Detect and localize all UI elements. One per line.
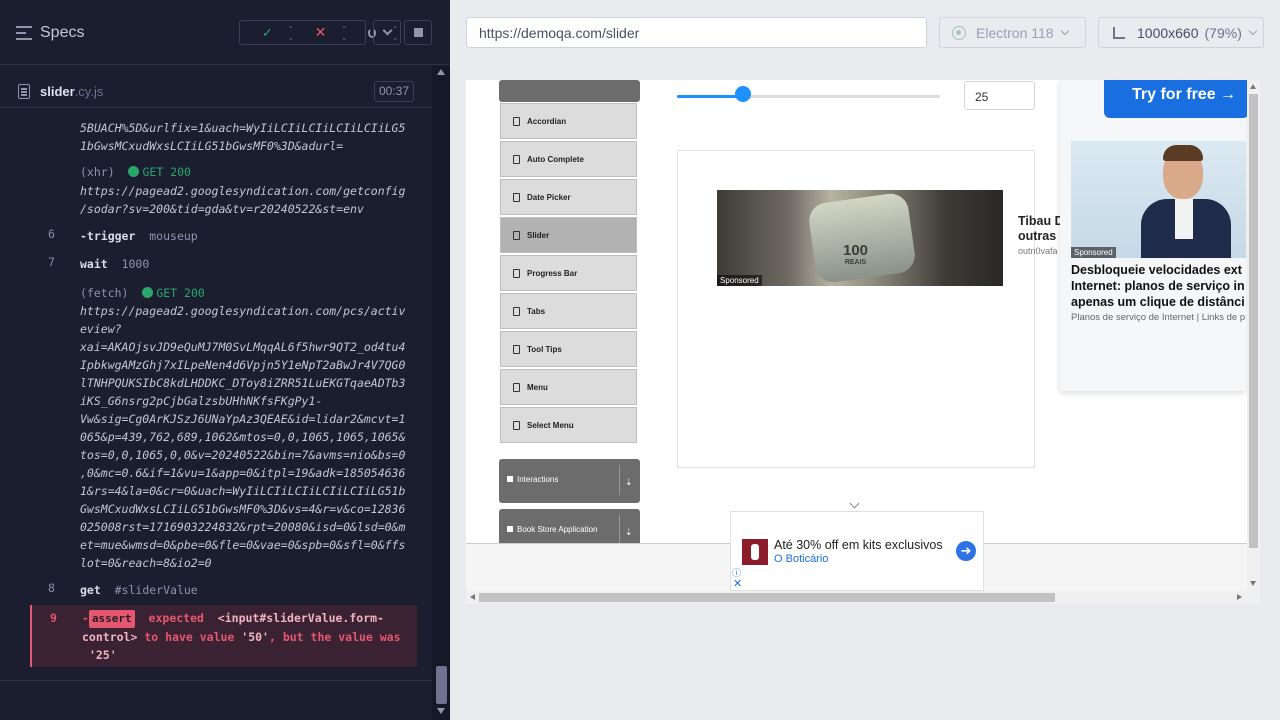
scroll-down-icon[interactable] <box>1250 581 1256 586</box>
app-under-test: https://demoqa.com/slider Electron 118 1… <box>450 0 1280 720</box>
assert-message: - assert expected <input#sliderValue.form… <box>82 610 401 662</box>
assert-tag: assert <box>88 610 135 628</box>
command-log-panel: Specs ✓ -- ✕ -- -- slider.cy.js 00:37 5BUA… <box>0 0 450 720</box>
file-icon <box>18 84 30 99</box>
range-slider[interactable] <box>677 95 940 98</box>
scroll-right-icon[interactable] <box>1237 594 1242 600</box>
chevron-down-icon <box>1248 26 1258 35</box>
sidebar-item-tabs[interactable]: Tabs <box>500 293 637 329</box>
slider-value-input[interactable]: 25 <box>964 81 1035 110</box>
sidebar-item-tool-tips[interactable]: Tool Tips <box>500 331 637 367</box>
file-code-icon <box>513 345 520 354</box>
chevron-down-icon <box>1060 26 1069 35</box>
reporter-header: Specs ✓ -- ✕ -- -- <box>0 0 450 65</box>
failed-count: ✕ -- <box>314 20 346 45</box>
sidebar-item-menu[interactable]: Menu <box>500 369 637 405</box>
file-code-icon <box>513 231 520 240</box>
file-code-icon <box>513 155 520 164</box>
arrow-right-icon[interactable]: ➜ <box>956 541 976 561</box>
file-code-icon <box>513 117 520 126</box>
group-icon <box>507 476 513 482</box>
command-log: 5BUACH%5D&urlfix=1&uach=WyIiLCIiLCIiLCIi… <box>0 110 432 680</box>
file-code-icon <box>513 307 520 316</box>
frame-horizontal-thumb[interactable] <box>479 593 1055 602</box>
book-icon <box>507 526 513 532</box>
stop-icon <box>413 28 423 37</box>
log-scrollbar[interactable] <box>432 65 450 720</box>
x-icon: ✕ <box>314 24 327 40</box>
ad-subtitle: Planos de serviço de Internet | Links de… <box>1071 312 1246 323</box>
run-duration: 00:37 <box>374 81 414 102</box>
chevron-down-icon <box>382 25 392 36</box>
aut-iframe: Accordian Auto Complete Date Picker Slider P… <box>466 80 1260 604</box>
sidebar-item-progress-bar[interactable]: Progress Bar <box>500 255 637 291</box>
right-ad[interactable]: Try for free → Sponsored Desbloqueie vel… <box>1060 80 1249 391</box>
boticario-logo <box>742 539 768 565</box>
status-dot-icon <box>142 287 154 298</box>
specs-label[interactable]: Specs <box>40 24 84 42</box>
sidebar-item-slider[interactable]: Slider <box>500 217 637 253</box>
scroll-up-icon[interactable] <box>437 69 445 75</box>
scroll-up-icon[interactable] <box>1250 84 1256 89</box>
download-arrow-icon: ⇣ <box>625 477 633 487</box>
ad-image[interactable]: 100 REAIS Sponsored <box>717 190 1003 286</box>
test-stats: ✓ -- ✕ -- -- <box>239 20 397 45</box>
sidebar-item-date-picker[interactable]: Date Picker <box>500 179 637 215</box>
download-arrow-icon: ⇣ <box>625 527 633 537</box>
command-row-assert-failed[interactable]: 9 - assert expected <input#sliderValue.fo… <box>30 605 417 667</box>
sponsored-label: Sponsored <box>1071 247 1116 258</box>
group-interactions[interactable]: Interactions ⇣ <box>499 459 640 503</box>
electron-icon <box>952 25 966 40</box>
fetch-log-row[interactable]: (fetch) GET 200 <box>80 284 415 302</box>
browser-selector[interactable]: Electron 118 <box>939 17 1086 48</box>
file-code-icon <box>513 269 520 278</box>
slider-handle[interactable] <box>734 86 751 102</box>
log-scroll-thumb[interactable] <box>436 666 447 704</box>
file-code-icon <box>513 421 520 430</box>
ruler-icon <box>1113 26 1125 39</box>
file-code-icon <box>513 383 520 392</box>
spec-file-name[interactable]: slider.cy.js <box>40 84 103 99</box>
passed-count: ✓ -- <box>262 20 293 45</box>
url-bar[interactable]: https://demoqa.com/slider <box>466 17 927 48</box>
ad-side-text[interactable]: Tibau D outras outn0vafa <box>1018 214 1064 259</box>
check-icon: ✓ <box>262 24 273 40</box>
scroll-down-icon[interactable] <box>437 708 445 714</box>
file-code-icon <box>513 193 520 202</box>
viewport-selector[interactable]: 1000x660 (79%) <box>1098 17 1264 48</box>
spec-file-bar: slider.cy.js 00:37 <box>0 75 432 108</box>
specs-list-icon[interactable] <box>16 26 32 40</box>
fetch-url[interactable]: https://pagead2.googlesyndication.com/pc… <box>80 302 415 572</box>
sidebar-item-auto-complete[interactable]: Auto Complete <box>500 141 637 177</box>
close-icon[interactable]: ✕ <box>733 577 742 590</box>
sidebar-item-accordian[interactable]: Accordian <box>500 103 637 139</box>
widgets-group-header[interactable] <box>499 80 640 102</box>
log-url-continuation[interactable]: 5BUACH%5D&urlfix=1&uach=WyIiLCIiLCIiLCIi… <box>80 119 415 155</box>
ad-person-image[interactable]: Sponsored <box>1071 141 1246 258</box>
stop-button[interactable] <box>404 20 432 45</box>
xhr-log-row[interactable]: (xhr) GET 200 <box>80 163 415 181</box>
scroll-left-icon[interactable] <box>470 594 475 600</box>
sidebar-item-select-menu[interactable]: Select Menu <box>500 407 637 443</box>
try-for-free-button[interactable]: Try for free → <box>1104 80 1249 118</box>
sponsored-label: Sponsored <box>717 275 762 286</box>
chevron-down-icon[interactable] <box>849 498 860 509</box>
collapse-button[interactable] <box>373 20 401 45</box>
ad-headline[interactable]: Desbloqueie velocidades ext Internet: pl… <box>1071 262 1251 310</box>
frame-vertical-thumb[interactable] <box>1249 94 1258 548</box>
bottom-ad-banner[interactable]: Até 30% off em kits exclusivos O Boticár… <box>730 511 984 591</box>
status-dot-icon <box>128 166 140 177</box>
xhr-url[interactable]: https://pagead2.googlesyndication.com/ge… <box>80 182 415 218</box>
